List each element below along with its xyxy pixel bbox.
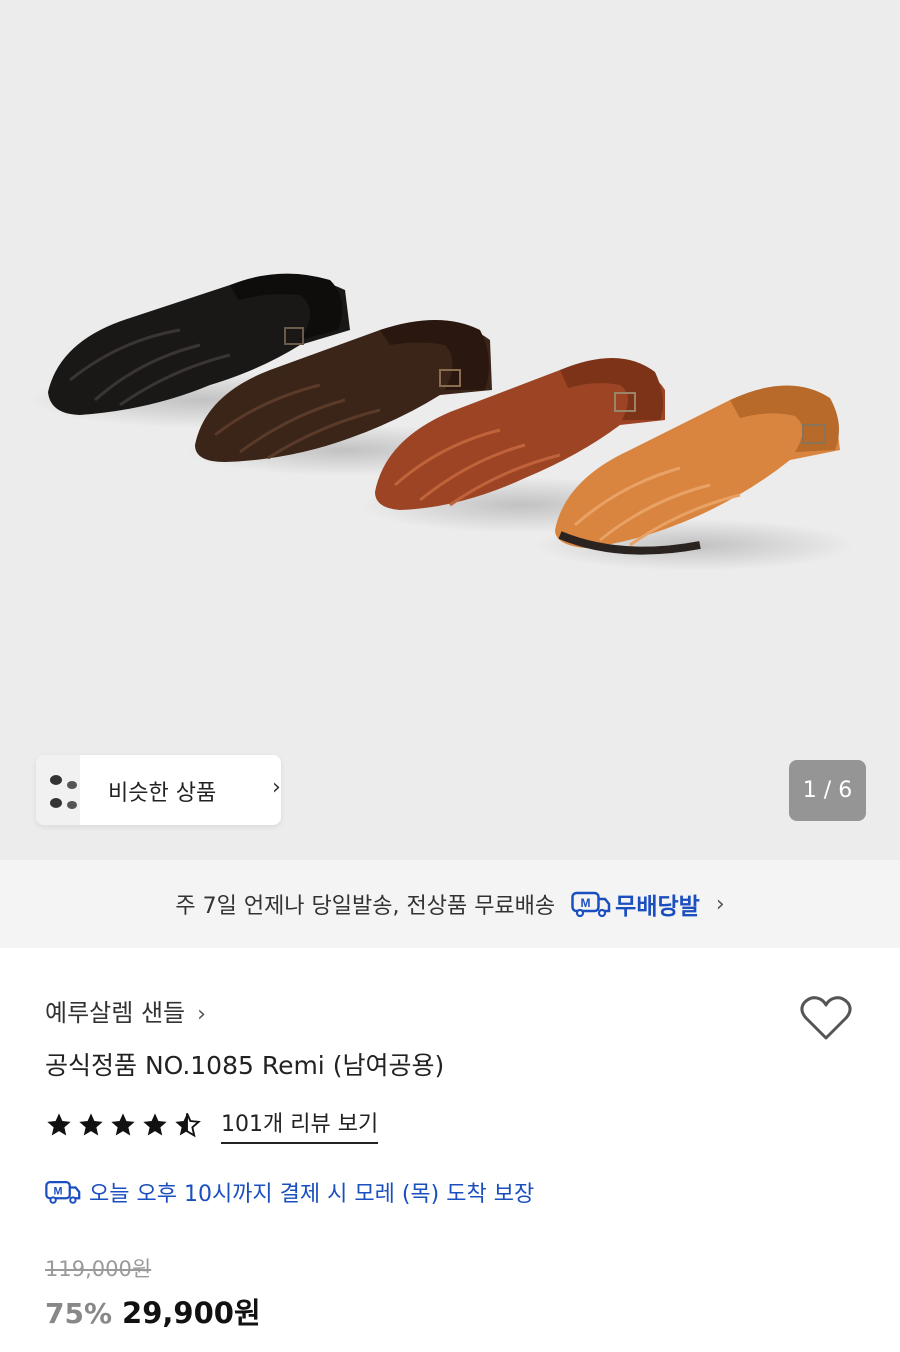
rating-row: 101개 리뷰 보기 [45, 1106, 379, 1144]
star-icon [111, 1113, 135, 1136]
similar-products-label: 비슷한 상품 [108, 781, 217, 806]
star-icon [79, 1113, 103, 1136]
svg-text:M: M [581, 896, 591, 910]
star-icon [47, 1113, 71, 1136]
similar-products-thumbnail [36, 755, 80, 825]
truck-m-icon: M [45, 1180, 81, 1204]
shipping-promo-bar[interactable]: 주 7일 언제나 당일발송, 전상품 무료배송 M 무배당발 › [0, 860, 900, 948]
chevron-right-icon: › [197, 1002, 206, 1027]
heart-icon[interactable] [799, 994, 853, 1042]
star-half-icon [175, 1112, 201, 1138]
product-title: 공식정품 NO.1085 Remi (남여공용) [45, 1051, 445, 1080]
similar-products-button[interactable]: 비슷한 상품 › [36, 755, 281, 825]
svg-text:M: M [54, 1186, 63, 1198]
product-image [30, 273, 855, 571]
original-price: 119,000원 [45, 1257, 152, 1281]
chevron-right-icon: › [715, 891, 725, 917]
brand-link[interactable]: 예루살렘 샌들 › [45, 993, 206, 1028]
image-pager-indicator: 1 / 6 [789, 760, 866, 821]
rating-stars [45, 1111, 205, 1139]
chevron-right-icon: › [272, 775, 281, 800]
delivery-guarantee-text: 오늘 오후 10시까지 결제 시 모레 (목) 도착 보장 [89, 1182, 535, 1207]
brand-name: 예루살렘 샌들 [45, 999, 186, 1027]
star-icon [143, 1113, 167, 1136]
free-shipping-badge-label: 무배당발 [615, 894, 700, 920]
review-link[interactable]: 101개 리뷰 보기 [221, 1106, 379, 1144]
sale-price: 29,900원 [122, 1296, 261, 1330]
truck-m-icon: M [571, 891, 611, 917]
shipping-promo-text: 주 7일 언제나 당일발송, 전상품 무료배송 [175, 894, 556, 919]
free-shipping-badge: M 무배당발 [571, 887, 700, 921]
sale-price-row: 75% 29,900원 [45, 1290, 261, 1332]
product-image-gallery[interactable]: 비슷한 상품 › 1 / 6 [0, 0, 900, 860]
discount-rate: 75% [45, 1297, 113, 1330]
delivery-guarantee: M 오늘 오후 10시까지 결제 시 모레 (목) 도착 보장 [45, 1176, 534, 1208]
